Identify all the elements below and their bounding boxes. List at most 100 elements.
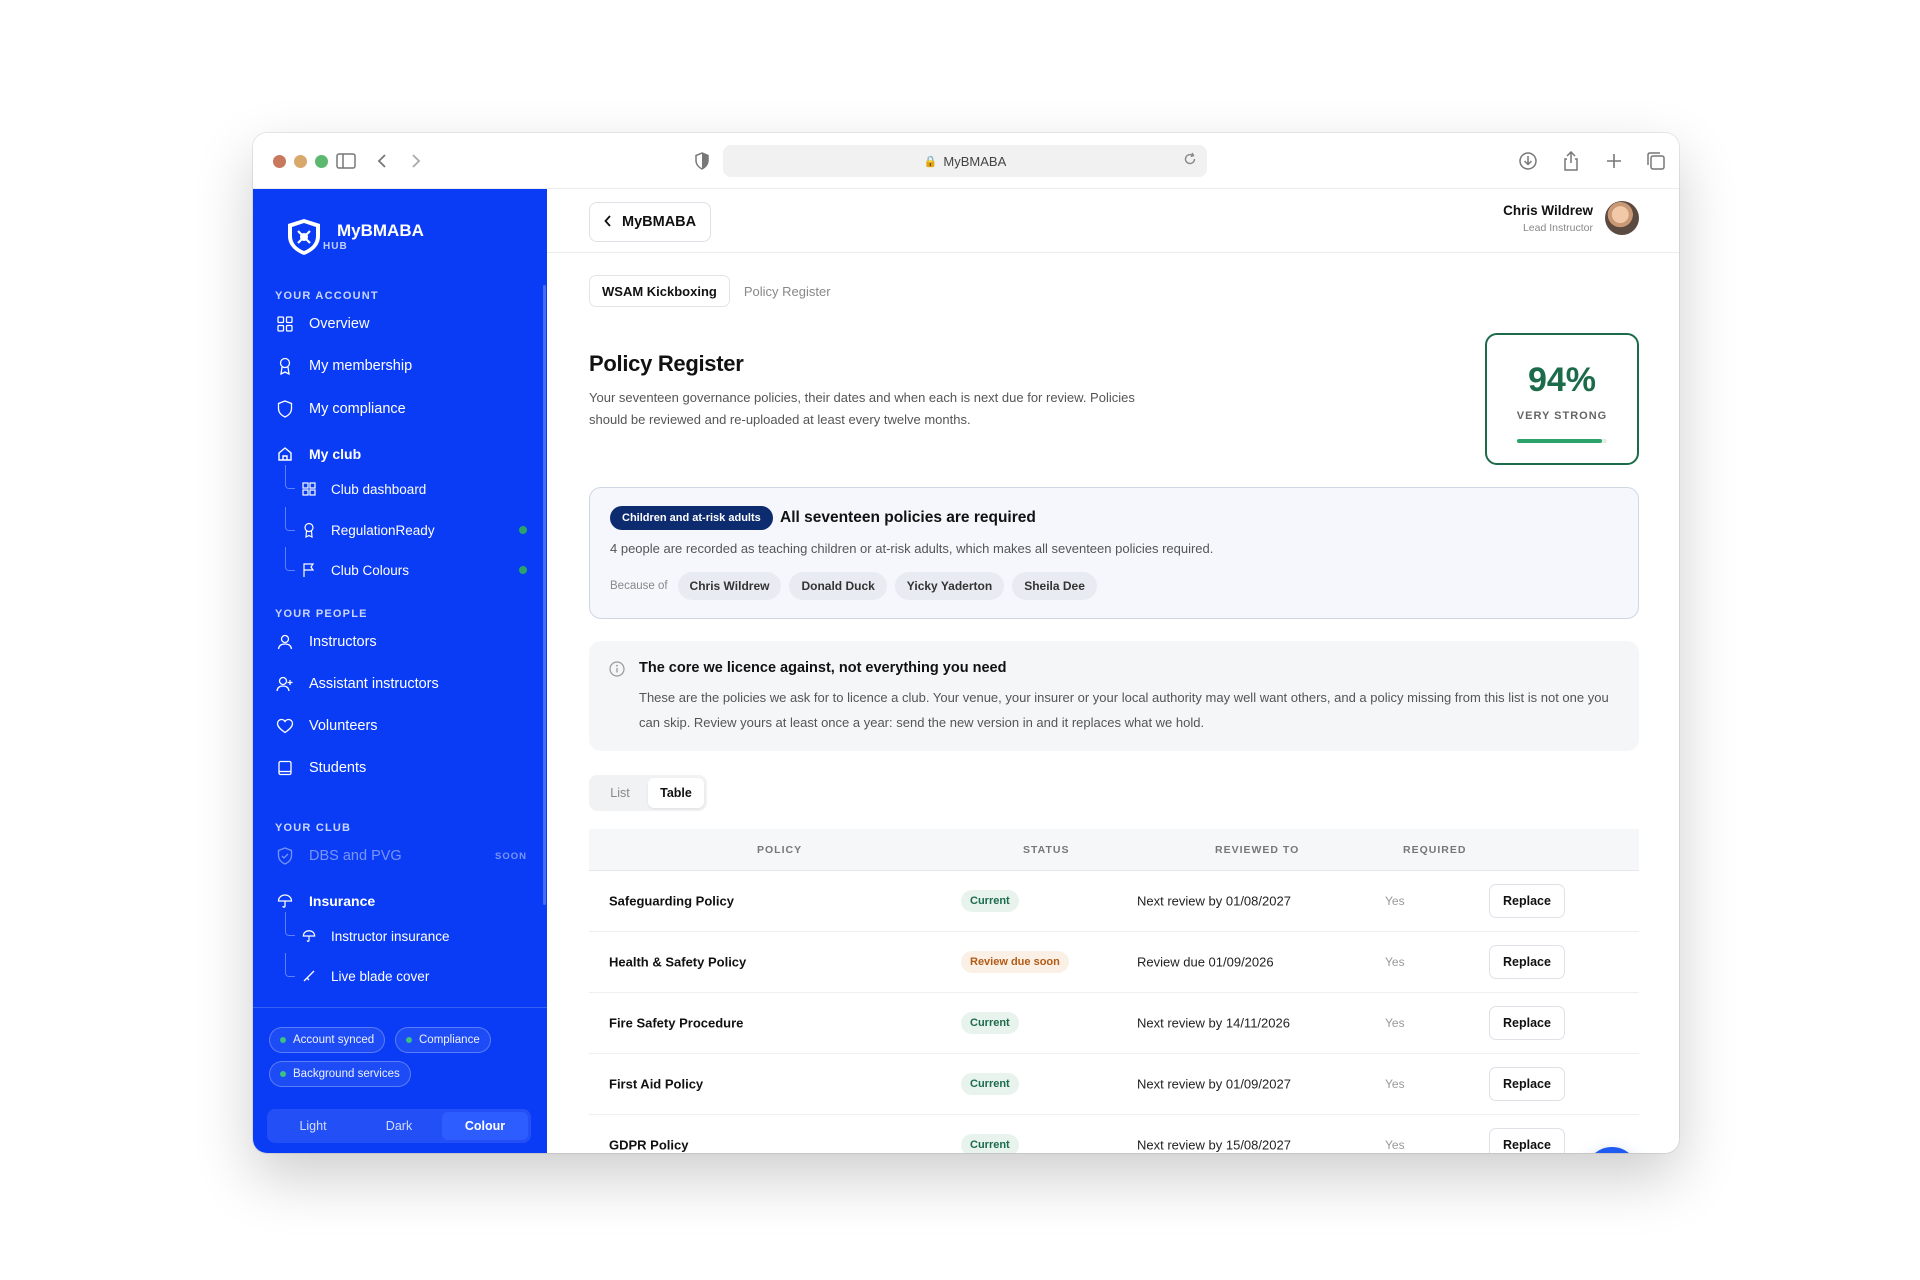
info-icon	[609, 661, 625, 677]
sidebar-item-label: Students	[309, 760, 367, 776]
new-tab-icon[interactable]	[1601, 148, 1627, 174]
sidebar-item-label: Club dashboard	[331, 481, 427, 497]
review-date: Next review by 01/09/2027	[1137, 1076, 1291, 1092]
zoom-window-button[interactable]	[315, 155, 328, 168]
column-header-reviewed-to[interactable]: REVIEWED TO	[1215, 844, 1299, 856]
column-header-required[interactable]: REQUIRED	[1403, 844, 1466, 856]
status-dot	[519, 566, 527, 574]
sidebar-scrollbar[interactable]	[543, 285, 546, 905]
sidebar-item-regulationready[interactable]: RegulationReady	[301, 515, 527, 545]
sidebar-item-instructors[interactable]: Instructors	[275, 627, 527, 657]
person-chip[interactable]: Sheila Dee	[1012, 572, 1097, 600]
replace-button[interactable]: Replace	[1489, 1006, 1565, 1040]
table-row[interactable]: GDPR Policy Current Next review by 15/08…	[589, 1115, 1639, 1153]
sidebar-item-compliance[interactable]: My compliance	[275, 394, 527, 424]
replace-button[interactable]: Replace	[1489, 884, 1565, 918]
theme-colour-option[interactable]: Colour	[442, 1112, 528, 1140]
status-badge: Review due soon	[961, 951, 1069, 973]
sidebar-item-club-colours[interactable]: Club Colours	[301, 555, 527, 585]
person-chip[interactable]: Chris Wildrew	[677, 572, 782, 600]
blade-icon	[301, 968, 317, 984]
user-role: Lead Instructor	[1522, 221, 1593, 234]
close-window-button[interactable]	[273, 155, 286, 168]
person-chip[interactable]: Donald Duck	[789, 572, 887, 600]
shield-icon[interactable]	[689, 148, 715, 174]
brand-logo[interactable]: MyBMABA HUB	[285, 217, 424, 257]
umbrella-icon	[275, 891, 295, 911]
required-value: Yes	[1385, 894, 1405, 908]
status-pill-compliance: Compliance	[395, 1027, 491, 1053]
sidebar-item-club-dashboard[interactable]: Club dashboard	[301, 474, 527, 504]
sidebar-divider	[253, 1007, 547, 1008]
status-pill-background-services: Background services	[269, 1061, 411, 1087]
view-table-tab[interactable]: Table	[648, 778, 704, 808]
view-list-tab[interactable]: List	[592, 778, 648, 808]
crest-icon	[288, 219, 320, 255]
sidebar-item-students[interactable]: Students	[275, 753, 527, 783]
sidebar-item-label: Insurance	[309, 893, 376, 909]
tabs-overview-icon[interactable]	[1643, 148, 1669, 174]
status-label: Account synced	[293, 1034, 375, 1046]
person-chip[interactable]: Yicky Yaderton	[894, 572, 1005, 600]
replace-button[interactable]: Replace	[1489, 1128, 1565, 1153]
review-date: Review due 01/09/2026	[1137, 954, 1274, 970]
address-bar[interactable]: 🔒 MyBMABA	[723, 145, 1207, 177]
table-row[interactable]: Safeguarding Policy Current Next review …	[589, 871, 1639, 932]
column-header-policy[interactable]: POLICY	[757, 844, 802, 856]
theme-dark-option[interactable]: Dark	[356, 1112, 442, 1140]
section-label-club: YOUR CLUB	[275, 822, 352, 834]
user-menu[interactable]: Chris Wildrew Lead Instructor	[1503, 201, 1639, 235]
download-icon[interactable]	[1515, 148, 1541, 174]
forward-arrow-icon[interactable]	[403, 148, 429, 174]
sidebar-item-live-blade-cover[interactable]: Live blade cover	[301, 961, 527, 991]
back-button[interactable]: MyBMABA	[589, 202, 712, 242]
because-of-list: Because of Chris Wildrew Donald Duck Yic…	[610, 572, 1105, 600]
status-label: Background services	[293, 1068, 400, 1080]
table-row[interactable]: First Aid Policy Current Next review by …	[589, 1054, 1639, 1115]
share-icon[interactable]	[1558, 148, 1584, 174]
policy-name: Fire Safety Procedure	[609, 1015, 744, 1031]
table-row[interactable]: Health & Safety Policy Review due soon R…	[589, 932, 1639, 993]
sidebar-item-my-club[interactable]: My club	[275, 439, 527, 469]
book-icon	[275, 758, 295, 778]
home-icon	[275, 444, 295, 464]
soon-badge: SOON	[495, 850, 527, 862]
compliance-score-card: 94% VERY STRONG	[1485, 333, 1639, 465]
brand-subtitle: HUB	[323, 240, 348, 252]
back-button-label: MyBMABA	[622, 214, 697, 230]
policy-name: GDPR Policy	[609, 1137, 689, 1153]
theme-light-option[interactable]: Light	[270, 1112, 356, 1140]
requirement-card: Children and at-risk adults All seventee…	[589, 487, 1639, 619]
reload-icon[interactable]	[1183, 152, 1197, 169]
sidebar-item-assistant-instructors[interactable]: Assistant instructors	[275, 669, 527, 699]
avatar[interactable]	[1605, 201, 1639, 235]
sidebar-item-label: RegulationReady	[331, 522, 435, 538]
sidebar-item-insurance[interactable]: Insurance	[275, 886, 527, 916]
replace-button[interactable]: Replace	[1489, 945, 1565, 979]
sidebar-item-instructor-insurance[interactable]: Instructor insurance	[301, 921, 527, 951]
user-plus-icon	[275, 674, 295, 694]
status-badge: Current	[961, 1134, 1019, 1153]
sidebar-item-membership[interactable]: My membership	[275, 351, 527, 381]
status-label: Compliance	[419, 1034, 480, 1046]
back-arrow-icon[interactable]	[369, 148, 395, 174]
breadcrumb-current: Policy Register	[743, 283, 831, 299]
minimize-window-button[interactable]	[294, 155, 307, 168]
sidebar-item-label: Assistant instructors	[309, 676, 439, 692]
breadcrumb-club[interactable]: WSAM Kickboxing	[589, 275, 730, 307]
shield-icon	[275, 399, 295, 419]
view-toggle: List Table	[589, 775, 707, 811]
review-date: Next review by 15/08/2027	[1137, 1137, 1291, 1153]
sidebar-toggle-icon[interactable]	[333, 148, 359, 174]
sidebar-item-overview[interactable]: Overview	[275, 309, 527, 339]
info-callout: The core we licence against, not everyth…	[589, 641, 1639, 751]
sidebar-item-volunteers[interactable]: Volunteers	[275, 711, 527, 741]
column-header-status[interactable]: STATUS	[1023, 844, 1069, 856]
flag-icon	[301, 562, 317, 578]
replace-button[interactable]: Replace	[1489, 1067, 1565, 1101]
table-row[interactable]: Fire Safety Procedure Current Next revie…	[589, 993, 1639, 1054]
sidebar-item-label: Instructor insurance	[331, 928, 450, 944]
user-icon	[275, 632, 295, 652]
score-progress-fill	[1517, 439, 1602, 443]
sidebar-item-label: Instructors	[309, 634, 377, 650]
